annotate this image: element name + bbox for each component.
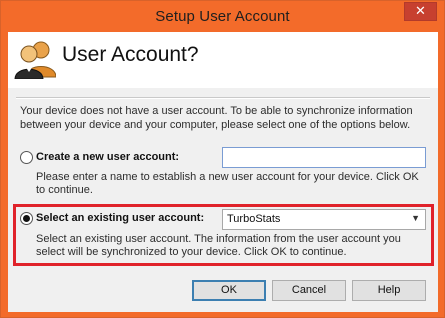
intro-text: Your device does not have a user account… (20, 105, 413, 131)
title-bar[interactable]: Setup User Account ✕ (1, 1, 444, 32)
help-button[interactable]: Help (352, 280, 426, 301)
users-icon (14, 41, 56, 79)
dialog-client-area: User Account? Your device does not have … (8, 32, 438, 312)
dialog-header: User Account? (8, 32, 438, 88)
cancel-button[interactable]: Cancel (272, 280, 346, 301)
chevron-down-icon: ▼ (411, 213, 420, 223)
dialog-window: Setup User Account ✕ User Account? Your … (0, 0, 445, 318)
header-divider (16, 97, 430, 99)
create-account-label[interactable]: Create a new user account: (36, 151, 179, 163)
existing-account-description: Select an existing user account. The inf… (36, 233, 401, 258)
window-title: Setup User Account (155, 8, 290, 25)
create-account-radio[interactable] (20, 151, 33, 164)
selected-account-value: TurboStats (227, 213, 281, 225)
header-title: User Account? (62, 43, 199, 66)
ok-button[interactable]: OK (192, 280, 266, 301)
existing-account-select[interactable]: TurboStats ▼ (222, 209, 426, 230)
create-account-description: Please enter a name to establish a new u… (36, 171, 419, 196)
close-icon: ✕ (415, 3, 426, 18)
existing-account-radio[interactable] (20, 212, 33, 225)
new-account-name-input[interactable] (222, 147, 426, 168)
existing-account-label[interactable]: Select an existing user account: (36, 212, 204, 224)
close-button[interactable]: ✕ (404, 2, 437, 21)
